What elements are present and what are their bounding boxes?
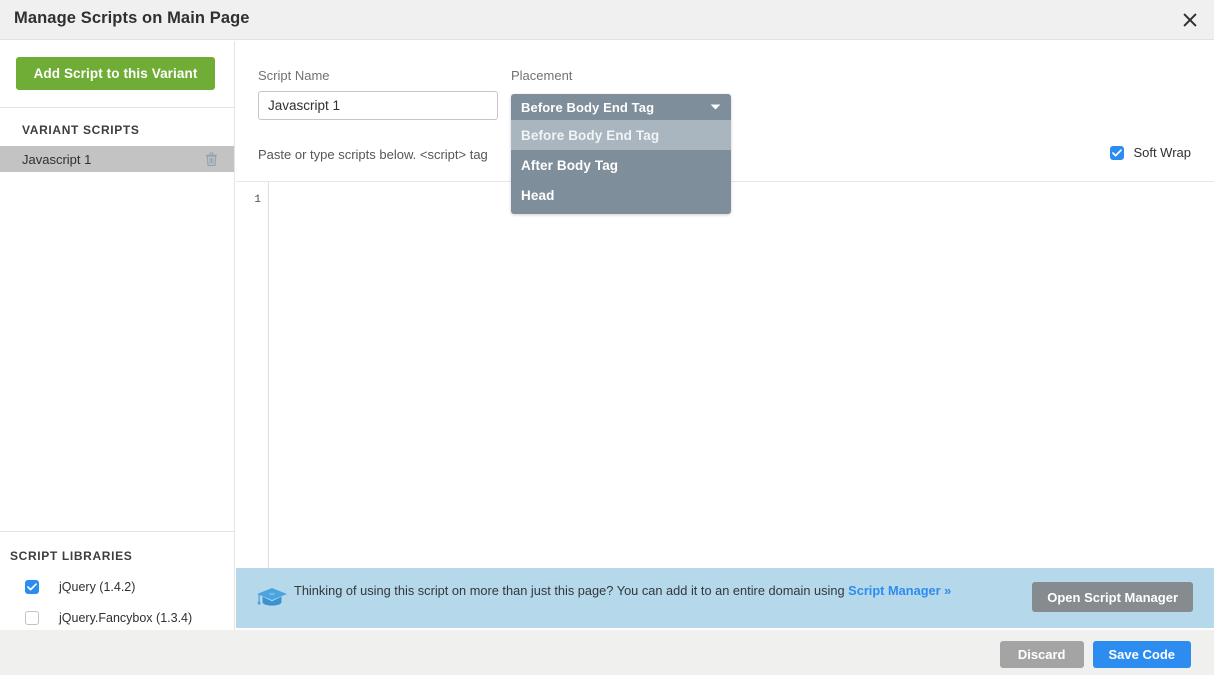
placement-label: Placement [511, 68, 573, 83]
script-name-label: Script Name [258, 68, 330, 83]
variant-script-label: Javascript 1 [22, 151, 92, 167]
script-manager-link[interactable]: Script Manager » [848, 583, 951, 598]
close-icon[interactable] [1176, 6, 1204, 34]
soft-wrap-label: Soft Wrap [1133, 145, 1191, 160]
banner-message: Thinking of using this script on more th… [294, 582, 994, 599]
script-libraries-panel: SCRIPT LIBRARIES jQuery (1.4.2) jQuery.F… [0, 531, 235, 633]
footer-button-group: Discard Save Code [999, 641, 1191, 668]
manage-scripts-dialog: Manage Scripts on Main Page Add Script t… [0, 0, 1214, 675]
trash-icon[interactable] [205, 152, 218, 167]
banner-message-text: Thinking of using this script on more th… [294, 583, 849, 598]
open-script-manager-button[interactable]: Open Script Manager [1032, 582, 1193, 612]
graduation-cap-icon [256, 586, 288, 610]
script-manager-banner: Thinking of using this script on more th… [236, 568, 1214, 628]
placement-dropdown[interactable]: Before Body End Tag Before Body End Tag … [511, 94, 731, 214]
save-code-button[interactable]: Save Code [1092, 641, 1191, 668]
editor-hint-text: Paste or type scripts below. <script> ta… [258, 147, 488, 162]
add-script-container: Add Script to this Variant [0, 41, 234, 107]
discard-button[interactable]: Discard [999, 641, 1084, 668]
code-editor: 1 [236, 181, 1214, 609]
script-name-input[interactable] [258, 91, 498, 120]
sidebar-item-javascript-1[interactable]: Javascript 1 [0, 146, 234, 172]
variant-scripts-heading: VARIANT SCRIPTS [22, 123, 140, 137]
chevron-down-icon [710, 104, 721, 111]
editor-line-number: 1 [254, 194, 261, 206]
soft-wrap-toggle[interactable]: Soft Wrap [1110, 145, 1191, 160]
sidebar: Add Script to this Variant VARIANT SCRIP… [0, 41, 235, 630]
placement-option-head[interactable]: Head [511, 180, 731, 210]
soft-wrap-checkbox[interactable] [1110, 145, 1125, 160]
dialog-titlebar: Manage Scripts on Main Page [0, 0, 1214, 40]
placement-selected-value: Before Body End Tag [521, 99, 655, 115]
main-content: Script Name Placement Paste or type scri… [236, 41, 1214, 630]
jquery-checkbox[interactable] [25, 579, 39, 594]
editor-gutter: 1 [236, 182, 269, 609]
library-row-jquery[interactable]: jQuery (1.4.2) [0, 571, 235, 602]
add-script-to-variant-button[interactable]: Add Script to this Variant [16, 57, 215, 90]
placement-option-before-body-end-tag[interactable]: Before Body End Tag [511, 120, 731, 150]
library-label-jquery-fancybox: jQuery.Fancybox (1.3.4) [59, 610, 193, 625]
script-libraries-heading: SCRIPT LIBRARIES [10, 549, 133, 563]
code-input-area[interactable] [270, 182, 1214, 609]
page-title: Manage Scripts on Main Page [14, 9, 250, 27]
library-label-jquery: jQuery (1.4.2) [59, 579, 136, 594]
placement-option-after-body-tag[interactable]: After Body Tag [511, 150, 731, 180]
placement-dropdown-trigger[interactable]: Before Body End Tag [511, 94, 731, 120]
placement-dropdown-list: Before Body End Tag After Body Tag Head [511, 120, 731, 214]
library-row-jquery-fancybox[interactable]: jQuery.Fancybox (1.3.4) [0, 602, 235, 633]
jquery-fancybox-checkbox[interactable] [25, 610, 39, 625]
dialog-footer: Discard Save Code [0, 630, 1214, 675]
